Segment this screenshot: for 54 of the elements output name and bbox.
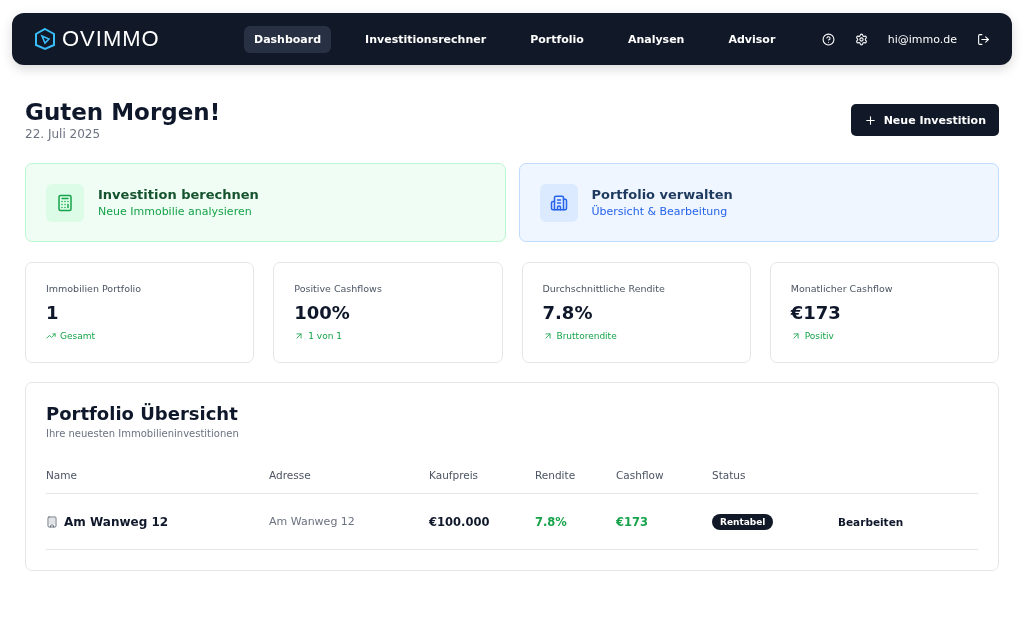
- new-investment-button[interactable]: Neue Investition: [850, 104, 999, 136]
- nav-tab[interactable]: Dashboard: [244, 25, 332, 53]
- quick-action-card[interactable]: Portfolio verwalten Übersicht & Bearbeitung: [518, 163, 999, 242]
- column-header: Adresse: [269, 469, 312, 481]
- arrow-up-right-icon: [294, 331, 305, 341]
- settings-icon[interactable]: [854, 32, 868, 46]
- plus-icon: [863, 113, 877, 127]
- column-header: Kaufpreis: [429, 469, 480, 481]
- stat-value: 1: [46, 302, 60, 323]
- building-icon: [46, 515, 58, 528]
- stat-note: Gesamt: [60, 331, 95, 341]
- building-icon: [539, 183, 578, 222]
- stat-value: 7.8%: [542, 302, 594, 323]
- column-header: Status: [712, 469, 747, 481]
- action-subtitle: Übersicht & Bearbeitung: [591, 205, 729, 218]
- column-header: Name: [46, 469, 78, 481]
- panel-subtitle: Ihre neuesten Immobilieninvestitionen: [46, 428, 240, 439]
- arrow-up-right-icon: [790, 331, 801, 341]
- logout-icon[interactable]: [977, 32, 990, 46]
- panel-title: Portfolio Übersicht: [46, 403, 239, 424]
- calculator-icon: [46, 183, 84, 222]
- nav-tab[interactable]: Portfolio: [520, 25, 594, 53]
- stat-label: Durchschnittliche Rendite: [542, 283, 666, 294]
- trend-up-icon: [46, 331, 56, 341]
- stat-value: €173: [790, 302, 842, 323]
- stat-label: Positive Cashflows: [294, 283, 383, 294]
- nav-tab[interactable]: Analysen: [617, 25, 695, 53]
- nav-tab[interactable]: Advisor: [718, 25, 786, 53]
- edit-button[interactable]: Bearbeiten: [838, 515, 904, 528]
- property-name: Am Wanweg 12: [64, 514, 169, 529]
- address-cell-text: Am Wanweg 12: [269, 515, 356, 528]
- action-title: Portfolio verwalten: [591, 187, 733, 202]
- help-icon[interactable]: [821, 32, 835, 46]
- yield-cell-text: 7.8%: [535, 514, 568, 529]
- cashflow-cell-text: €173: [616, 514, 649, 529]
- user-email: hi@immo.de: [887, 32, 957, 46]
- greeting-heading: Guten Morgen!: [25, 99, 221, 125]
- stat-note: Bruttorendite: [556, 331, 617, 341]
- stat-label: Monatlicher Cashflow: [790, 283, 894, 294]
- stat-value: 100%: [294, 302, 351, 323]
- action-title: Investition berechnen: [98, 187, 259, 202]
- stat-note: 1 von 1: [308, 331, 342, 341]
- status-badge: Rentabel: [712, 513, 774, 530]
- nav-tab[interactable]: Investitionsrechner: [355, 25, 497, 53]
- stat-note: Positiv: [804, 331, 834, 341]
- column-header: Cashflow: [616, 469, 665, 481]
- stat-label: Immobilien Portfolio: [46, 283, 143, 294]
- date-text: 22. Juli 2025: [25, 127, 102, 141]
- action-subtitle: Neue Immobilie analysieren: [98, 205, 253, 218]
- quick-action-card[interactable]: Investition berechnen Neue Immobilie analysieren: [25, 163, 506, 242]
- column-header: Rendite: [535, 469, 577, 481]
- logo-text: OVIMMO: [62, 26, 160, 52]
- price-cell-text: €100.000: [429, 514, 491, 529]
- arrow-up-right-icon: [542, 331, 553, 341]
